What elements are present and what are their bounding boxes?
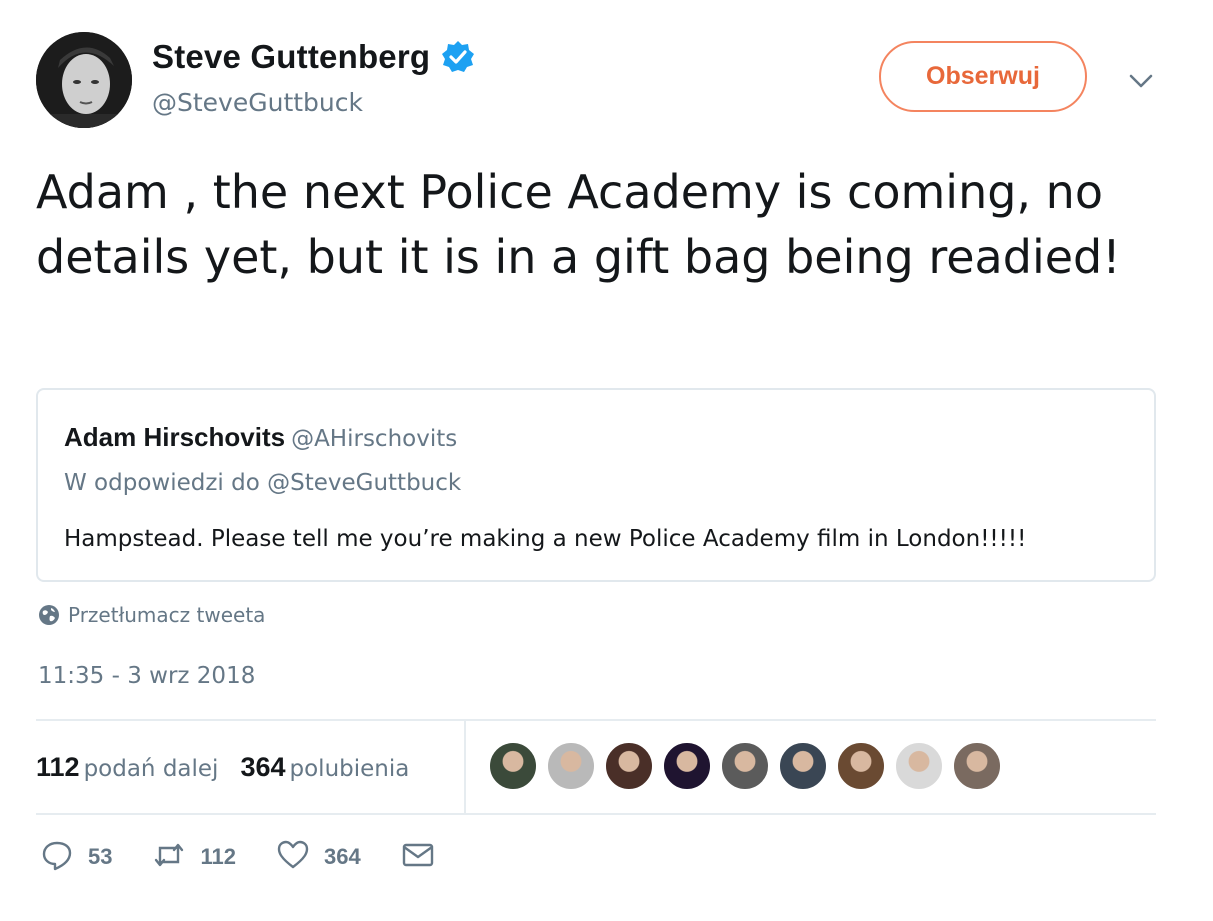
translate-tweet-link[interactable]: Przetłumacz tweeta <box>38 603 265 627</box>
tweet-text: Adam , the next Police Academy is coming… <box>36 165 1121 284</box>
direct-message-button[interactable] <box>401 838 435 876</box>
retweets-label: podań dalej <box>83 755 219 782</box>
quoted-author: Adam Hirschovits @AHirschovits <box>64 422 457 453</box>
like-count: 364 <box>323 844 361 869</box>
reply-icon <box>40 838 74 876</box>
liker-avatar[interactable] <box>488 741 538 791</box>
tweet-timestamp[interactable]: 11:35 - 3 wrz 2018 <box>38 663 255 689</box>
like-button[interactable]: 364 <box>276 838 361 876</box>
translate-label: Przetłumacz tweeta <box>68 603 266 627</box>
reply-button[interactable]: 53 <box>40 838 112 876</box>
liker-avatar[interactable] <box>894 741 944 791</box>
retweets-count: 112 <box>36 751 80 782</box>
divider <box>36 813 1156 815</box>
retweets-stat[interactable]: 112 podań dalej <box>36 752 218 783</box>
liker-avatar[interactable] <box>662 741 712 791</box>
verified-badge-icon <box>440 39 476 75</box>
envelope-icon <box>401 838 435 876</box>
liker-avatar[interactable] <box>546 741 596 791</box>
liker-avatar[interactable] <box>720 741 770 791</box>
follow-button[interactable]: Obserwuj <box>879 41 1087 112</box>
author-display-name[interactable]: Steve Guttenberg <box>152 38 430 76</box>
quoted-author-name: Adam Hirschovits <box>64 422 286 452</box>
retweet-button[interactable]: 112 <box>152 838 236 876</box>
quoted-tweet-text: Hampstead. Please tell me you’re making … <box>64 526 1027 552</box>
tweet-stats: 112 podań dalej 364 polubienia <box>36 721 466 813</box>
liker-avatars <box>488 741 1010 791</box>
reply-count: 53 <box>88 844 113 869</box>
author-avatar[interactable] <box>36 32 132 128</box>
author-handle[interactable]: @SteveGuttbuck <box>152 88 476 117</box>
tweet-actions: 53 112 364 <box>40 838 475 876</box>
chevron-down-icon[interactable] <box>1126 66 1156 96</box>
quoted-tweet-card[interactable]: Adam Hirschovits @AHirschovits W odpowied… <box>36 388 1156 582</box>
quoted-author-handle: @AHirschovits <box>291 426 458 452</box>
likes-count: 364 <box>240 751 286 782</box>
retweet-count: 112 <box>200 844 236 869</box>
liker-avatar[interactable] <box>604 741 654 791</box>
globe-icon <box>38 604 60 626</box>
quoted-reply-context: W odpowiedzi do @SteveGuttbuck <box>64 470 462 496</box>
heart-icon <box>276 838 310 876</box>
likes-stat[interactable]: 364 polubienia <box>240 752 409 783</box>
liker-avatar[interactable] <box>836 741 886 791</box>
author-info: Steve Guttenberg @SteveGuttbuck <box>152 38 476 117</box>
retweet-icon <box>152 838 186 876</box>
liker-avatar[interactable] <box>952 741 1002 791</box>
liker-avatar[interactable] <box>778 741 828 791</box>
likes-label: polubienia <box>289 755 410 782</box>
